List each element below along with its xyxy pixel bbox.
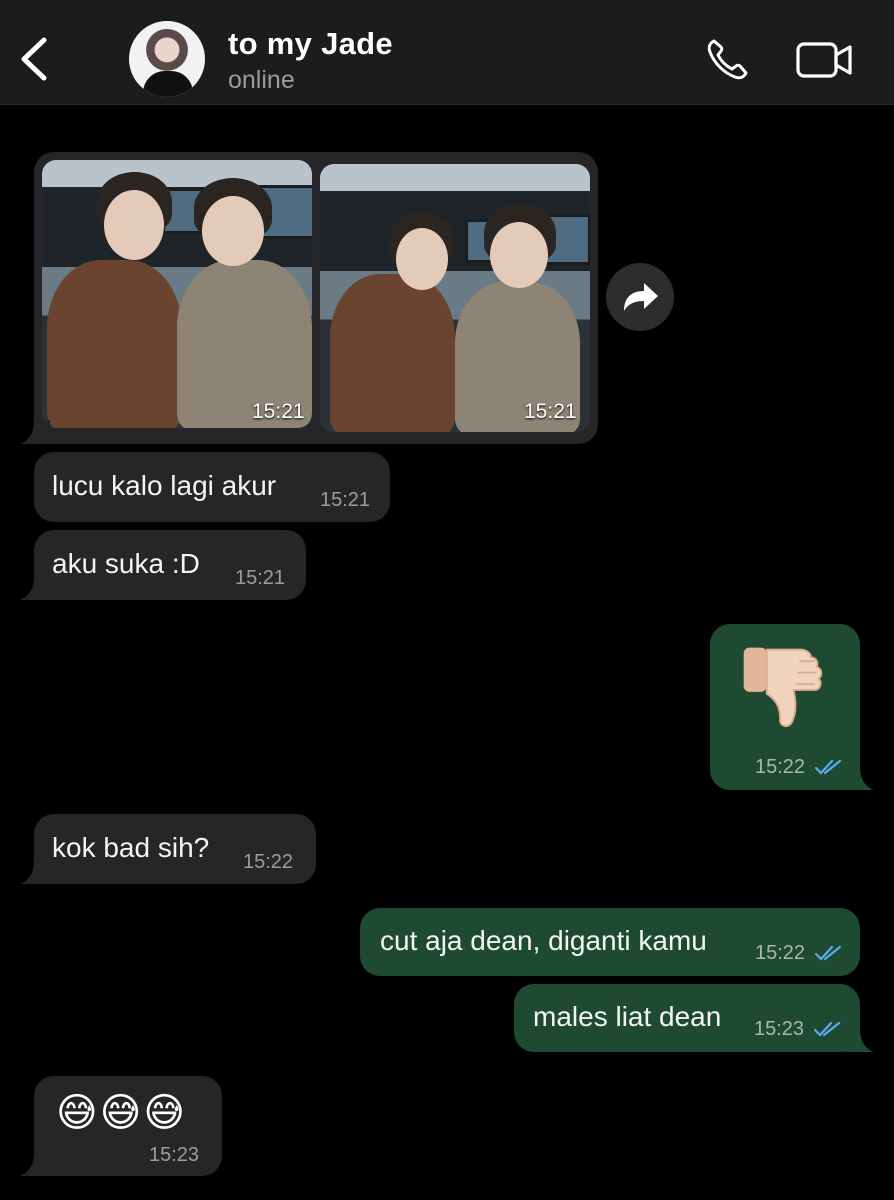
- incoming-message[interactable]: kok bad sih? 15:22: [20, 814, 316, 884]
- incoming-message[interactable]: lucu kalo lagi akur 15:21: [34, 452, 390, 522]
- photo-timestamp: 15:21: [524, 400, 577, 423]
- bubble-tail: [20, 420, 50, 444]
- read-receipt-icon: [813, 1021, 841, 1037]
- outgoing-message[interactable]: males liat dean 15:23: [514, 984, 874, 1052]
- read-receipt-icon: [814, 945, 842, 961]
- chevron-left-icon[interactable]: [14, 34, 54, 84]
- contact-name[interactable]: to my Jade: [228, 26, 393, 62]
- phone-icon[interactable]: [704, 35, 752, 83]
- emoji-content: 😅😅😅: [56, 1091, 188, 1135]
- message-timestamp: 15:23: [149, 1144, 200, 1166]
- photo-thumbnail[interactable]: 15:21: [320, 164, 590, 432]
- message-text: cut aja dean, diganti kamu: [380, 925, 707, 956]
- message-text: aku suka :D: [52, 548, 200, 579]
- incoming-message[interactable]: aku suka :D 15:21: [20, 530, 306, 600]
- bubble-tail: [844, 766, 874, 790]
- message-text: males liat dean: [533, 1001, 722, 1032]
- read-receipt-icon: [814, 759, 842, 775]
- message-timestamp: 15:22: [755, 756, 806, 778]
- message-text: kok bad sih?: [52, 832, 210, 863]
- photo-thumbnail[interactable]: 15:21: [42, 160, 312, 428]
- photo-timestamp: 15:21: [252, 400, 305, 423]
- bubble-tail: [20, 576, 50, 600]
- message-timestamp: 15:22: [755, 942, 806, 964]
- outgoing-message[interactable]: cut aja dean, diganti kamu 15:22: [360, 908, 860, 976]
- message-text: lucu kalo lagi akur: [52, 470, 277, 501]
- thumbs-down-icon: [743, 647, 823, 727]
- photo-album-message[interactable]: 15:21 15:21: [20, 152, 598, 444]
- bubble-tail: [844, 1028, 874, 1052]
- message-timestamp: 15:21: [235, 567, 286, 589]
- chat-header: to my Jade online: [0, 0, 894, 105]
- message-timestamp: 15:21: [320, 489, 371, 511]
- outgoing-emoji-message[interactable]: 15:22: [710, 624, 874, 790]
- message-timestamp: 15:23: [754, 1018, 805, 1040]
- message-timestamp: 15:22: [243, 851, 294, 873]
- forward-button[interactable]: [606, 263, 674, 331]
- contact-avatar[interactable]: [129, 21, 205, 97]
- forward-arrow-icon: [624, 283, 658, 311]
- bubble-tail: [20, 860, 50, 884]
- bubble-tail: [20, 1152, 50, 1176]
- contact-status: online: [228, 66, 295, 94]
- incoming-emoji-message[interactable]: 😅😅😅 15:23: [20, 1076, 222, 1176]
- video-camera-icon[interactable]: [795, 40, 853, 80]
